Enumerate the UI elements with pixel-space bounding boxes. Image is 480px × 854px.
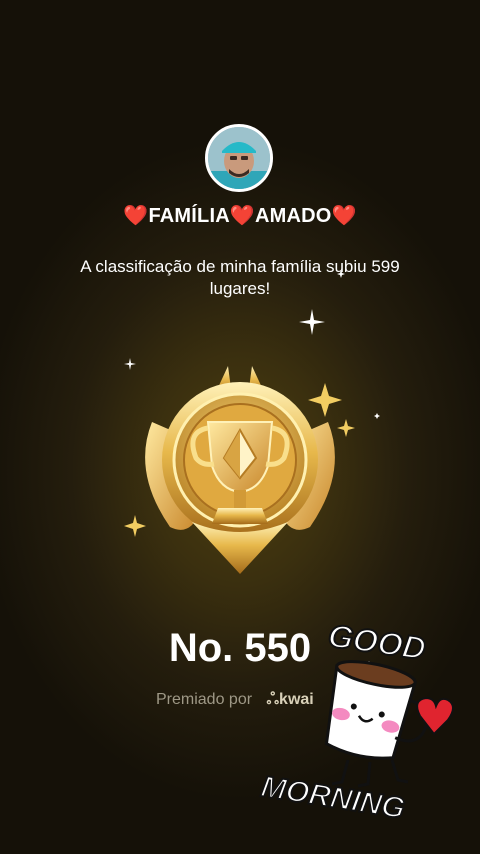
- avatar[interactable]: [205, 124, 273, 192]
- awarded-by-label: Premiado por: [156, 691, 253, 708]
- sticker-morning-text: MORNING: [259, 770, 407, 825]
- avatar-photo: [208, 127, 270, 189]
- heart-icon: [416, 696, 454, 736]
- rank-up-message: A classificação de minha família subiu 5…: [80, 257, 400, 298]
- good-morning-sticker: GOOD MORNING: [258, 616, 454, 826]
- sparkle-icon: [299, 309, 325, 335]
- family-name: ❤️FAMÍLIA❤️AMADO❤️: [123, 205, 357, 227]
- trophy-medal-icon: [145, 366, 335, 574]
- sticker-good-text: GOOD: [326, 617, 428, 666]
- sparkle-icon: [374, 413, 380, 419]
